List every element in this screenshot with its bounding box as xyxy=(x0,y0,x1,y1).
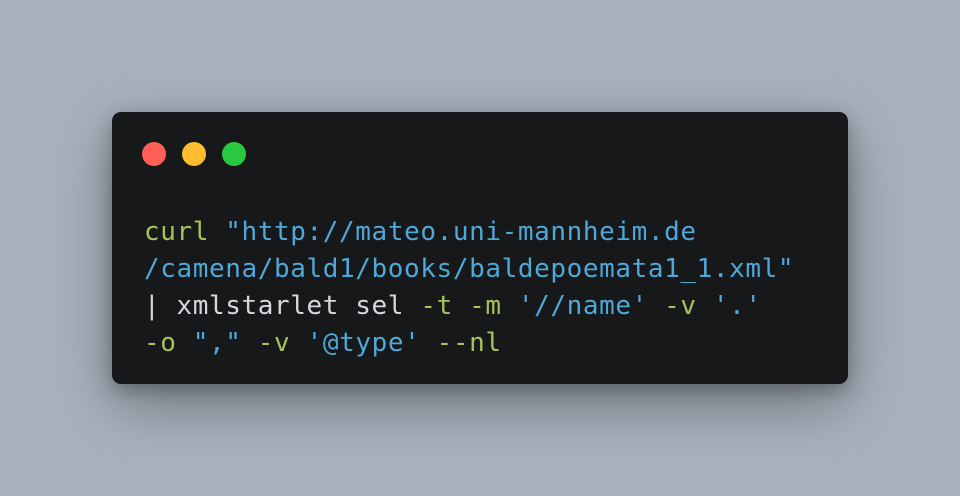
terminal-window: curl "http://mateo.uni-mannheim.de/camen… xyxy=(112,112,848,384)
option-token: -v xyxy=(257,328,307,358)
url-string-token: /camena/bald1/books/baldepoemata1_1.xml" xyxy=(144,254,795,284)
option-token: -v xyxy=(664,291,713,321)
maximize-button[interactable] xyxy=(222,142,246,166)
url-string-token: "http://mateo.uni-mannheim.de xyxy=(225,217,697,247)
string-token: '.' xyxy=(712,291,762,321)
string-token: '@type' xyxy=(306,328,421,358)
option-token: -o xyxy=(144,328,193,358)
code-line-1: curl "http://mateo.uni-mannheim.de xyxy=(144,214,794,251)
string-token: "," xyxy=(192,328,242,358)
string-token: '//name' xyxy=(517,291,648,321)
code-line-2: /camena/bald1/books/baldepoemata1_1.xml" xyxy=(144,251,794,288)
pipe-token: | xmlstarlet sel xyxy=(144,291,421,321)
option-token: --nl xyxy=(436,328,502,358)
option-token: -t -m xyxy=(420,291,518,321)
close-button[interactable] xyxy=(142,142,166,166)
code-line-3: | xmlstarlet sel -t -m '//name' -v '.' xyxy=(144,288,794,325)
code-line-4: -o "," -v '@type' --nl xyxy=(144,325,794,362)
command-token: curl xyxy=(144,217,210,247)
code-block: curl "http://mateo.uni-mannheim.de/camen… xyxy=(144,214,794,362)
minimize-button[interactable] xyxy=(182,142,206,166)
